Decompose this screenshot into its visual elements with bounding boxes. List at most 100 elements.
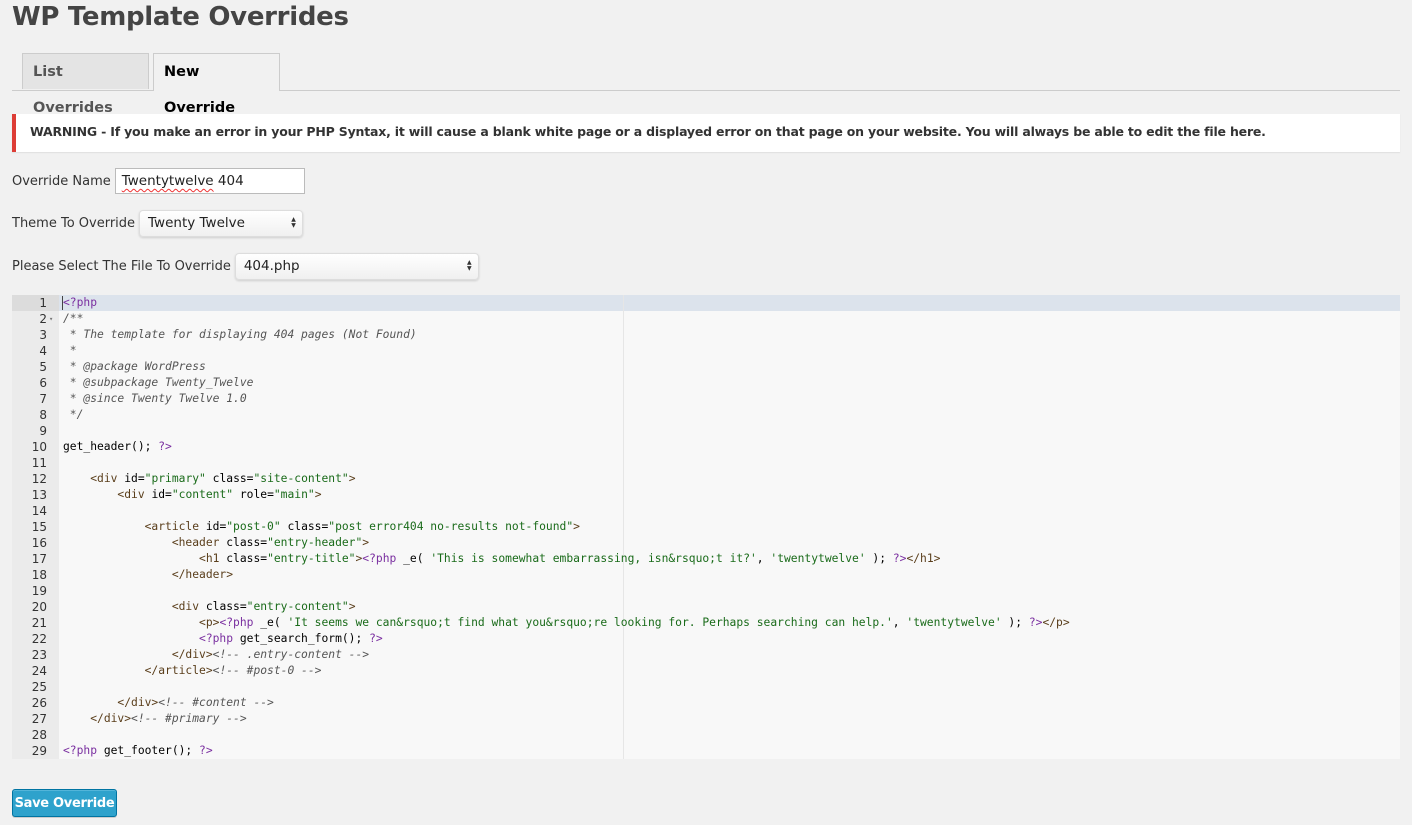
code-line: 8 */	[12, 407, 1400, 423]
line-number: 3	[39, 328, 47, 342]
code-text: <article id="post-0" class="post error40…	[144, 520, 580, 533]
code-line: 3 * The template for displaying 404 page…	[12, 327, 1400, 343]
code-text: * @subpackage Twenty_Twelve	[63, 376, 254, 389]
tab-bar: List Overrides New Override	[12, 53, 1400, 116]
select-arrows-icon: ▲ ▼	[467, 259, 472, 272]
code-text: <div id="primary" class="site-content">	[90, 472, 356, 485]
code-line: 15 <article id="post-0" class="post erro…	[12, 519, 1400, 535]
code-text: * @since Twenty Twelve 1.0	[63, 392, 247, 405]
tab-list-overrides[interactable]: List Overrides	[22, 53, 149, 116]
code-text: </header>	[171, 568, 234, 581]
code-text: </div><!-- #content -->	[117, 696, 274, 709]
text-cursor	[62, 296, 63, 310]
code-line: 6 * @subpackage Twenty_Twelve	[12, 375, 1400, 391]
save-override-button[interactable]: Save Override	[12, 789, 117, 817]
file-row: Please Select The File To Override 404.p…	[12, 253, 479, 280]
code-text: <?php get_search_form(); ?>	[199, 632, 383, 645]
line-number: 16	[31, 536, 47, 550]
code-line: 19	[12, 583, 1400, 599]
code-text: <p><?php _e( 'It seems we can&rsquo;t fi…	[199, 616, 1070, 629]
code-line: 23 </div><!-- .entry-content -->	[12, 647, 1400, 663]
code-text: <header class="entry-header">	[171, 536, 370, 549]
override-name-input[interactable]: Twentytwelve 404	[114, 168, 305, 194]
override-name-row: Override Name Twentytwelve 404	[12, 168, 305, 194]
override-name-label: Override Name	[12, 173, 111, 189]
code-line: 4 *	[12, 343, 1400, 359]
line-number: 2	[39, 312, 47, 326]
file-select-value: 404.php	[243, 258, 300, 274]
line-number: 21	[31, 616, 47, 630]
line-number: 23	[31, 648, 47, 662]
code-line: 26 </div><!-- #content -->	[12, 695, 1400, 711]
code-text: * The template for displaying 404 pages …	[63, 328, 417, 341]
file-label: Please Select The File To Override	[12, 259, 231, 274]
fold-toggle-icon[interactable]: ▾	[49, 311, 53, 327]
override-name-value: Twentytwelve	[121, 173, 214, 189]
line-number: 15	[31, 520, 47, 534]
line-number: 26	[31, 696, 47, 710]
line-number: 27	[31, 712, 47, 726]
code-line: 29 <?php get_footer(); ?>	[12, 743, 1400, 759]
code-text: *	[63, 344, 77, 357]
code-text: * @package WordPress	[63, 360, 206, 373]
line-number: 11	[31, 456, 47, 470]
code-text: <?php	[63, 296, 98, 309]
line-number: 7	[39, 392, 47, 406]
code-line: 16 <header class="entry-header">	[12, 535, 1400, 551]
line-number: 22	[31, 632, 47, 646]
tab-new-override[interactable]: New Override	[153, 53, 280, 116]
code-text: <div class="entry-content">	[171, 600, 356, 613]
code-line: 10 get_header(); ?>	[12, 439, 1400, 455]
code-text: <h1 class="entry-title"><?php _e( 'This …	[199, 552, 941, 565]
line-number: 5	[39, 360, 47, 374]
line-number: 13	[31, 488, 47, 502]
code-line: 13 <div id="content" role="main">	[12, 487, 1400, 503]
line-number: 25	[31, 680, 47, 694]
code-line: 24 </article><!-- #post-0 -->	[12, 663, 1400, 679]
line-number: 12	[31, 472, 47, 486]
code-line: 28	[12, 727, 1400, 743]
line-number: 18	[31, 568, 47, 582]
line-number: 19	[31, 584, 47, 598]
code-editor[interactable]: 1 <?php 2 ▾ /** 3 * The template for displayi…	[12, 295, 1400, 759]
code-line: 25	[12, 679, 1400, 695]
code-line: 12 <div id="primary" class="site-content…	[12, 471, 1400, 487]
code-text: </div><!-- .entry-content -->	[171, 648, 370, 661]
code-line: 18 </header>	[12, 567, 1400, 583]
code-line: 11	[12, 455, 1400, 471]
theme-label: Theme To Override	[12, 216, 136, 231]
line-number: 20	[31, 600, 47, 614]
line-number: 24	[31, 664, 47, 678]
line-number: 14	[31, 504, 47, 518]
code-line: 22 <?php get_search_form(); ?>	[12, 631, 1400, 647]
code-text: <div id="content" role="main">	[117, 488, 322, 501]
line-number: 29	[31, 744, 47, 758]
code-line: 1 <?php	[12, 295, 1400, 311]
code-line: 5 * @package WordPress	[12, 359, 1400, 375]
code-line: 9	[12, 423, 1400, 439]
page-title: WP Template Overrides	[12, 2, 349, 32]
line-number: 10	[31, 440, 47, 454]
code-text: <?php get_footer(); ?>	[63, 744, 213, 757]
code-text: /**	[63, 312, 84, 325]
code-line: 14	[12, 503, 1400, 519]
line-number: 6	[39, 376, 47, 390]
code-line: 20 <div class="entry-content">	[12, 599, 1400, 615]
line-number: 8	[39, 408, 47, 422]
code-text: </div><!-- #primary -->	[90, 712, 247, 725]
code-line: 17 <h1 class="entry-title"><?php _e( 'Th…	[12, 551, 1400, 567]
code-line: 7 * @since Twenty Twelve 1.0	[12, 391, 1400, 407]
theme-select[interactable]: Twenty Twelve ▲ ▼	[139, 210, 304, 237]
code-line: 21 <p><?php _e( 'It seems we can&rsquo;t…	[12, 615, 1400, 631]
line-number: 28	[31, 728, 47, 742]
line-number: 1	[39, 296, 47, 310]
line-number: 4	[39, 344, 47, 358]
select-arrows-icon: ▲ ▼	[291, 216, 296, 229]
file-select[interactable]: 404.php ▲ ▼	[234, 253, 479, 280]
code-text: */	[63, 408, 84, 421]
code-line: 27 </div><!-- #primary -->	[12, 711, 1400, 727]
code-line: 2 ▾ /**	[12, 311, 1400, 327]
line-number: 9	[39, 424, 47, 438]
line-number: 17	[31, 552, 47, 566]
theme-row: Theme To Override Twenty Twelve ▲ ▼	[12, 210, 304, 237]
